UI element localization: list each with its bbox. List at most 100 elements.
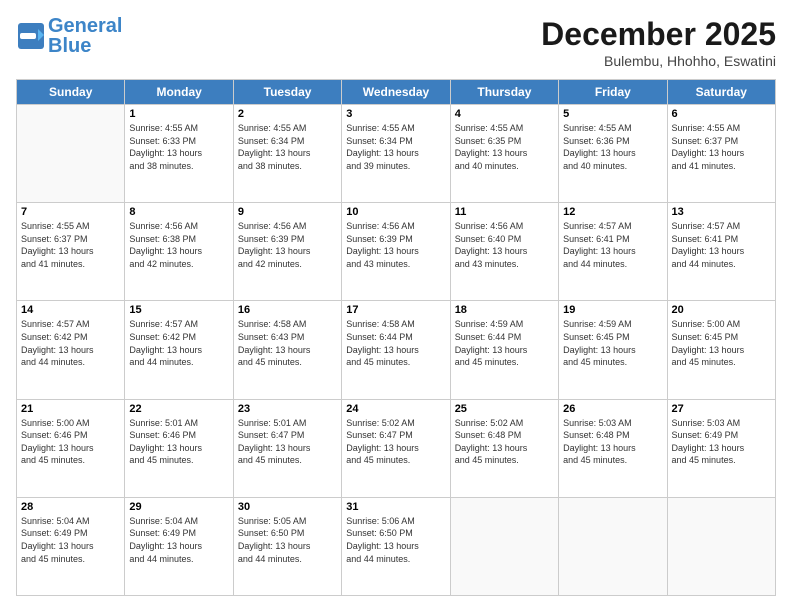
cell-info: Sunrise: 5:02 AM Sunset: 6:47 PM Dayligh… bbox=[346, 417, 445, 467]
day-number: 5 bbox=[563, 108, 662, 120]
col-thursday: Thursday bbox=[450, 80, 558, 105]
table-row: 25 Sunrise: 5:02 AM Sunset: 6:48 PM Dayli… bbox=[450, 399, 558, 497]
table-row: 11 Sunrise: 4:56 AM Sunset: 6:40 PM Dayli… bbox=[450, 203, 558, 301]
title-block: December 2025 Bulembu, Hhohho, Eswatini bbox=[541, 16, 776, 69]
col-monday: Monday bbox=[125, 80, 233, 105]
day-number: 6 bbox=[672, 108, 771, 120]
table-row: 21 Sunrise: 5:00 AM Sunset: 6:46 PM Dayli… bbox=[17, 399, 125, 497]
table-row: 15 Sunrise: 4:57 AM Sunset: 6:42 PM Dayli… bbox=[125, 301, 233, 399]
calendar-week-row: 21 Sunrise: 5:00 AM Sunset: 6:46 PM Dayli… bbox=[17, 399, 776, 497]
cell-info: Sunrise: 5:04 AM Sunset: 6:49 PM Dayligh… bbox=[21, 515, 120, 565]
col-sunday: Sunday bbox=[17, 80, 125, 105]
cell-info: Sunrise: 4:58 AM Sunset: 6:44 PM Dayligh… bbox=[346, 318, 445, 368]
table-row: 26 Sunrise: 5:03 AM Sunset: 6:48 PM Dayli… bbox=[559, 399, 667, 497]
table-row: 2Sunrise: 4:55 AM Sunset: 6:34 PM Daylig… bbox=[233, 105, 341, 203]
table-row: 5 Sunrise: 4:55 AM Sunset: 6:36 PM Daylig… bbox=[559, 105, 667, 203]
calendar-header-row: Sunday Monday Tuesday Wednesday Thursday… bbox=[17, 80, 776, 105]
cell-info: Sunrise: 4:55 AM Sunset: 6:36 PM Dayligh… bbox=[563, 122, 662, 172]
cell-info: Sunrise: 4:56 AM Sunset: 6:39 PM Dayligh… bbox=[238, 220, 337, 270]
day-number: 8 bbox=[129, 206, 228, 218]
table-row: 10Sunrise: 4:56 AM Sunset: 6:39 PM Dayli… bbox=[342, 203, 450, 301]
header: GeneralBlue December 2025 Bulembu, Hhohh… bbox=[16, 16, 776, 69]
table-row: 31 Sunrise: 5:06 AM Sunset: 6:50 PM Dayli… bbox=[342, 497, 450, 595]
table-row bbox=[559, 497, 667, 595]
day-number: 7 bbox=[21, 206, 120, 218]
day-number: 13 bbox=[672, 206, 771, 218]
day-number: 21 bbox=[21, 403, 120, 415]
table-row: 17 Sunrise: 4:58 AM Sunset: 6:44 PM Dayli… bbox=[342, 301, 450, 399]
cell-info: Sunrise: 4:55 AM Sunset: 6:35 PM Dayligh… bbox=[455, 122, 554, 172]
day-number: 25 bbox=[455, 403, 554, 415]
day-number: 1 bbox=[129, 108, 228, 120]
day-number: 18 bbox=[455, 304, 554, 316]
col-saturday: Saturday bbox=[667, 80, 775, 105]
table-row: 23Sunrise: 5:01 AM Sunset: 6:47 PM Dayli… bbox=[233, 399, 341, 497]
logo-text: GeneralBlue bbox=[48, 16, 122, 56]
cell-info: Sunrise: 4:55 AM Sunset: 6:34 PM Dayligh… bbox=[346, 122, 445, 172]
table-row: 8 Sunrise: 4:56 AM Sunset: 6:38 PM Daylig… bbox=[125, 203, 233, 301]
table-row: 20 Sunrise: 5:00 AM Sunset: 6:45 PM Dayli… bbox=[667, 301, 775, 399]
table-row bbox=[17, 105, 125, 203]
calendar-week-row: 7 Sunrise: 4:55 AM Sunset: 6:37 PM Daylig… bbox=[17, 203, 776, 301]
table-row: 19Sunrise: 4:59 AM Sunset: 6:45 PM Dayli… bbox=[559, 301, 667, 399]
cell-info: Sunrise: 4:57 AM Sunset: 6:41 PM Dayligh… bbox=[672, 220, 771, 270]
day-number: 11 bbox=[455, 206, 554, 218]
calendar-week-row: 28 Sunrise: 5:04 AM Sunset: 6:49 PM Dayli… bbox=[17, 497, 776, 595]
calendar-page: GeneralBlue December 2025 Bulembu, Hhohh… bbox=[0, 0, 792, 612]
day-number: 9 bbox=[238, 206, 337, 218]
day-number: 16 bbox=[238, 304, 337, 316]
col-wednesday: Wednesday bbox=[342, 80, 450, 105]
calendar-week-row: 14Sunrise: 4:57 AM Sunset: 6:42 PM Dayli… bbox=[17, 301, 776, 399]
day-number: 30 bbox=[238, 501, 337, 513]
logo: GeneralBlue bbox=[16, 16, 122, 56]
cell-info: Sunrise: 4:56 AM Sunset: 6:40 PM Dayligh… bbox=[455, 220, 554, 270]
day-number: 2 bbox=[238, 108, 337, 120]
cell-info: Sunrise: 5:01 AM Sunset: 6:46 PM Dayligh… bbox=[129, 417, 228, 467]
table-row: 28 Sunrise: 5:04 AM Sunset: 6:49 PM Dayli… bbox=[17, 497, 125, 595]
col-tuesday: Tuesday bbox=[233, 80, 341, 105]
cell-info: Sunrise: 5:04 AM Sunset: 6:49 PM Dayligh… bbox=[129, 515, 228, 565]
month-title: December 2025 bbox=[541, 16, 776, 53]
day-number: 26 bbox=[563, 403, 662, 415]
day-number: 31 bbox=[346, 501, 445, 513]
day-number: 17 bbox=[346, 304, 445, 316]
cell-info: Sunrise: 5:03 AM Sunset: 6:48 PM Dayligh… bbox=[563, 417, 662, 467]
cell-info: Sunrise: 5:06 AM Sunset: 6:50 PM Dayligh… bbox=[346, 515, 445, 565]
cell-info: Sunrise: 4:59 AM Sunset: 6:45 PM Dayligh… bbox=[563, 318, 662, 368]
table-row: 29Sunrise: 5:04 AM Sunset: 6:49 PM Dayli… bbox=[125, 497, 233, 595]
table-row: 22Sunrise: 5:01 AM Sunset: 6:46 PM Dayli… bbox=[125, 399, 233, 497]
cell-info: Sunrise: 4:58 AM Sunset: 6:43 PM Dayligh… bbox=[238, 318, 337, 368]
table-row: 12Sunrise: 4:57 AM Sunset: 6:41 PM Dayli… bbox=[559, 203, 667, 301]
cell-info: Sunrise: 5:00 AM Sunset: 6:46 PM Dayligh… bbox=[21, 417, 120, 467]
day-number: 15 bbox=[129, 304, 228, 316]
table-row bbox=[667, 497, 775, 595]
table-row: 7 Sunrise: 4:55 AM Sunset: 6:37 PM Daylig… bbox=[17, 203, 125, 301]
cell-info: Sunrise: 4:56 AM Sunset: 6:39 PM Dayligh… bbox=[346, 220, 445, 270]
calendar-week-row: 1 Sunrise: 4:55 AM Sunset: 6:33 PM Daylig… bbox=[17, 105, 776, 203]
calendar-body: 1 Sunrise: 4:55 AM Sunset: 6:33 PM Daylig… bbox=[17, 105, 776, 596]
table-row: 3Sunrise: 4:55 AM Sunset: 6:34 PM Daylig… bbox=[342, 105, 450, 203]
day-number: 4 bbox=[455, 108, 554, 120]
table-row bbox=[450, 497, 558, 595]
table-row: 4 Sunrise: 4:55 AM Sunset: 6:35 PM Daylig… bbox=[450, 105, 558, 203]
cell-info: Sunrise: 5:02 AM Sunset: 6:48 PM Dayligh… bbox=[455, 417, 554, 467]
col-friday: Friday bbox=[559, 80, 667, 105]
cell-info: Sunrise: 5:01 AM Sunset: 6:47 PM Dayligh… bbox=[238, 417, 337, 467]
cell-info: Sunrise: 5:00 AM Sunset: 6:45 PM Dayligh… bbox=[672, 318, 771, 368]
cell-info: Sunrise: 4:56 AM Sunset: 6:38 PM Dayligh… bbox=[129, 220, 228, 270]
logo-general: General bbox=[48, 15, 122, 37]
table-row: 1 Sunrise: 4:55 AM Sunset: 6:33 PM Daylig… bbox=[125, 105, 233, 203]
cell-info: Sunrise: 4:55 AM Sunset: 6:33 PM Dayligh… bbox=[129, 122, 228, 172]
day-number: 28 bbox=[21, 501, 120, 513]
day-number: 20 bbox=[672, 304, 771, 316]
cell-info: Sunrise: 4:57 AM Sunset: 6:42 PM Dayligh… bbox=[129, 318, 228, 368]
calendar-table: Sunday Monday Tuesday Wednesday Thursday… bbox=[16, 79, 776, 596]
day-number: 27 bbox=[672, 403, 771, 415]
cell-info: Sunrise: 4:55 AM Sunset: 6:37 PM Dayligh… bbox=[672, 122, 771, 172]
cell-info: Sunrise: 5:05 AM Sunset: 6:50 PM Dayligh… bbox=[238, 515, 337, 565]
table-row: 30 Sunrise: 5:05 AM Sunset: 6:50 PM Dayli… bbox=[233, 497, 341, 595]
table-row: 14Sunrise: 4:57 AM Sunset: 6:42 PM Dayli… bbox=[17, 301, 125, 399]
cell-info: Sunrise: 4:59 AM Sunset: 6:44 PM Dayligh… bbox=[455, 318, 554, 368]
cell-info: Sunrise: 4:55 AM Sunset: 6:37 PM Dayligh… bbox=[21, 220, 120, 270]
cell-info: Sunrise: 5:03 AM Sunset: 6:49 PM Dayligh… bbox=[672, 417, 771, 467]
